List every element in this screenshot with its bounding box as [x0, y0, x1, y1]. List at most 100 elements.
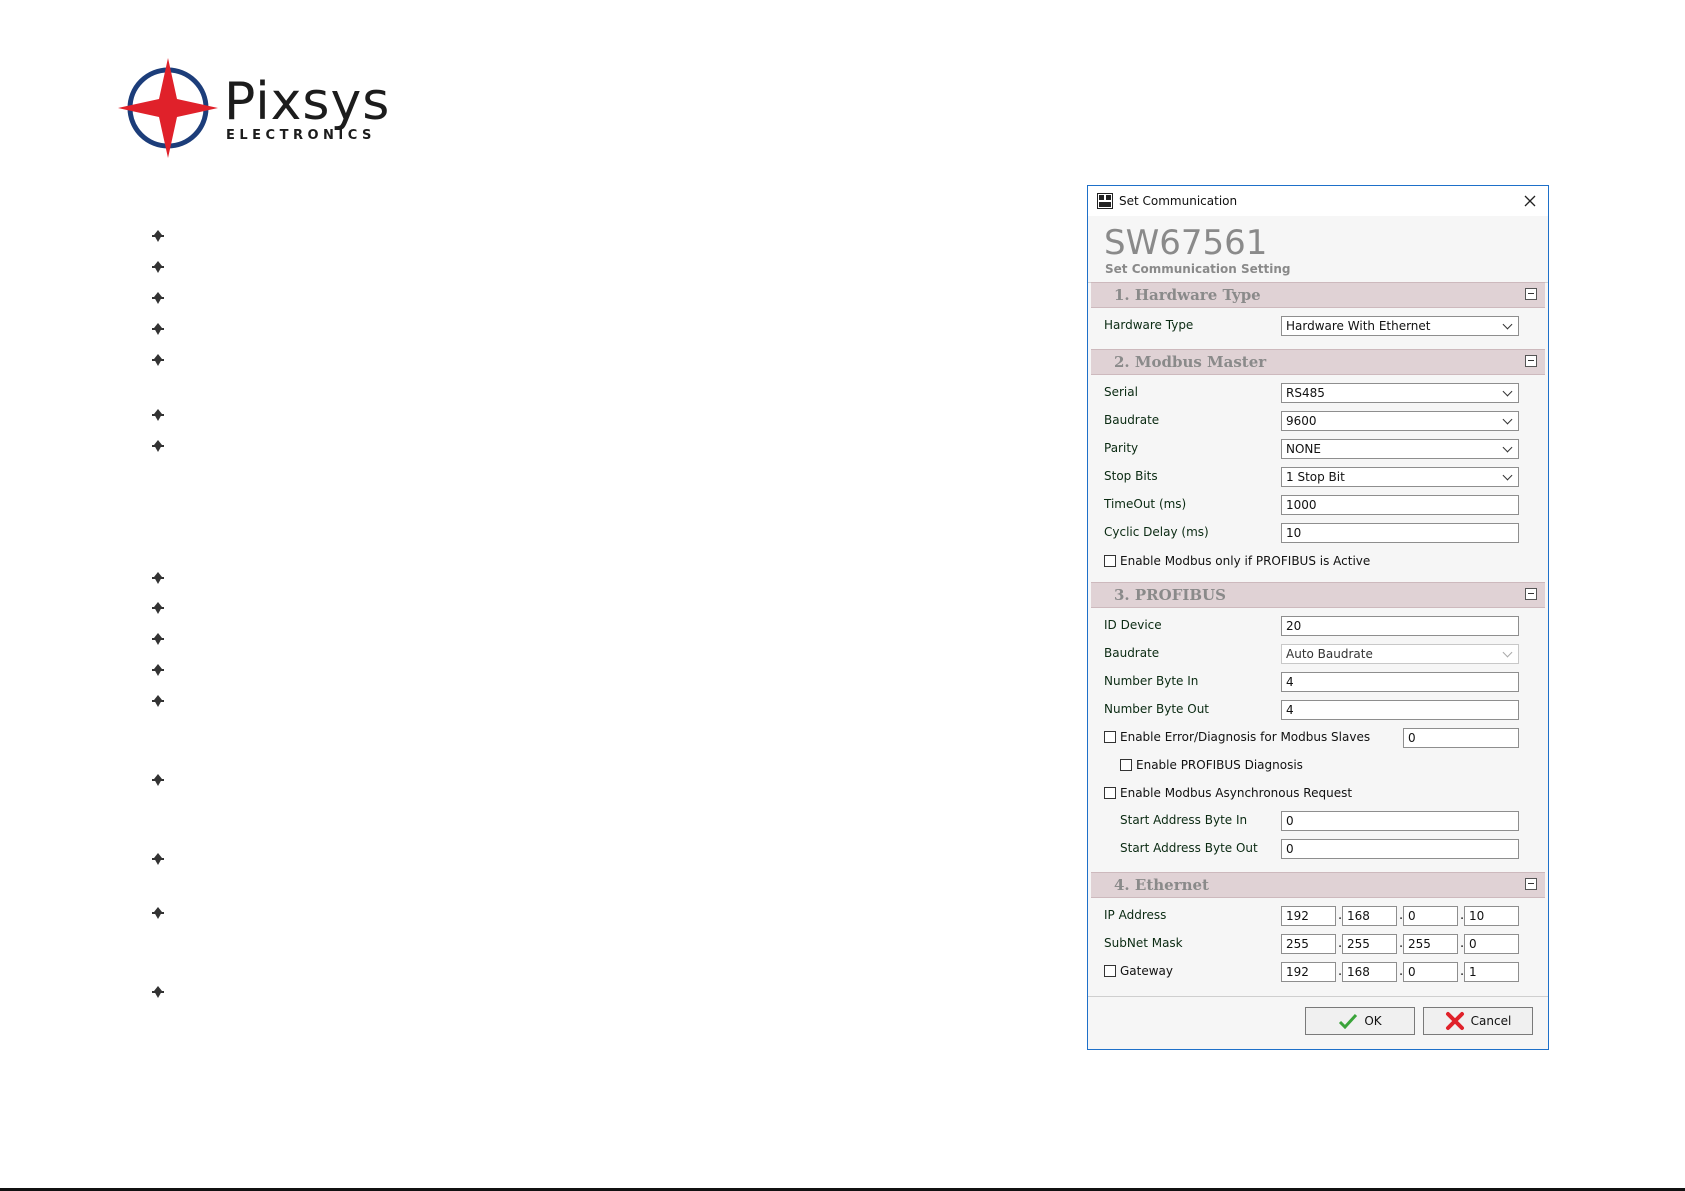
cancel-button[interactable]: Cancel [1423, 1007, 1533, 1035]
bullet-icon [152, 440, 164, 452]
section-hardware-type: 1. Hardware Type [1091, 282, 1545, 308]
product-code: SW67561 [1104, 223, 1268, 263]
cyclic-delay-label: Cyclic Delay (ms) [1104, 525, 1209, 539]
ip-octet-1[interactable]: 192 [1281, 906, 1336, 926]
number-byte-out-label: Number Byte Out [1104, 702, 1210, 716]
ok-button-label: OK [1364, 1014, 1382, 1028]
gateway-octet-1[interactable]: 192 [1281, 962, 1336, 982]
serial-select[interactable]: RS485 [1281, 383, 1519, 403]
dialog-content: 1. Hardware Type Hardware Type Hardware … [1088, 282, 1548, 992]
subnet-octet-4[interactable]: 0 [1464, 934, 1519, 954]
timeout-label: TimeOut (ms) [1104, 497, 1187, 511]
bullet-icon [152, 633, 164, 645]
bullet-icon [152, 230, 164, 242]
gateway-octet-4[interactable]: 1 [1464, 962, 1519, 982]
baudrate-label: Baudrate [1104, 413, 1160, 427]
hardware-type-label: Hardware Type [1104, 318, 1194, 332]
section-title: 3. PROFIBUS [1114, 586, 1226, 604]
enable-profibus-diagnosis-checkbox[interactable] [1120, 759, 1132, 771]
enable-modbus-only-checkbox[interactable] [1104, 555, 1116, 567]
bullet-icon [152, 323, 164, 335]
bullet-icon [152, 572, 164, 584]
error-diagnosis-input[interactable]: 0 [1403, 728, 1519, 748]
pixsys-star-icon [118, 58, 218, 158]
bullet-icon [152, 986, 164, 998]
enable-modbus-only-label: Enable Modbus only if PROFIBUS is Active [1120, 554, 1371, 568]
start-address-byte-in-input[interactable]: 0 [1281, 811, 1519, 831]
close-button[interactable] [1520, 191, 1540, 211]
dialog-footer: OK Cancel [1088, 996, 1548, 1049]
ok-button[interactable]: OK [1305, 1007, 1415, 1035]
bullet-icon [152, 261, 164, 273]
subnet-octet-2[interactable]: 255 [1342, 934, 1397, 954]
ip-octet-4[interactable]: 10 [1464, 906, 1519, 926]
set-communication-dialog: Set Communication SW67561 Set Communicat… [1087, 185, 1549, 1050]
start-address-byte-out-label: Start Address Byte Out [1120, 841, 1258, 855]
bullet-icon [152, 292, 164, 304]
bullet-icon [152, 602, 164, 614]
logo-subtitle: ELECTRONICS [226, 128, 376, 143]
hardware-type-select[interactable]: Hardware With Ethernet [1281, 316, 1519, 336]
bullet-icon [152, 664, 164, 676]
section-title: 1. Hardware Type [1114, 286, 1261, 304]
subnet-octet-1[interactable]: 255 [1281, 934, 1336, 954]
ip-octet-2[interactable]: 168 [1342, 906, 1397, 926]
app-icon [1097, 193, 1113, 209]
parity-label: Parity [1104, 441, 1139, 455]
section-title: 4. Ethernet [1114, 876, 1209, 894]
subnet-octet-3[interactable]: 255 [1403, 934, 1458, 954]
close-icon [1524, 195, 1536, 207]
dialog-title: Set Communication [1119, 194, 1238, 208]
stop-bits-label: Stop Bits [1104, 469, 1158, 483]
dialog-subtitle: Set Communication Setting [1105, 262, 1291, 276]
timeout-input[interactable]: 1000 [1281, 495, 1519, 515]
gateway-label: Gateway [1120, 964, 1174, 978]
gateway-octet-2[interactable]: 168 [1342, 962, 1397, 982]
start-address-byte-out-input[interactable]: 0 [1281, 839, 1519, 859]
subnet-mask-label: SubNet Mask [1104, 936, 1183, 950]
bullet-icon [152, 853, 164, 865]
id-device-label: ID Device [1104, 618, 1162, 632]
collapse-icon[interactable] [1525, 878, 1537, 890]
collapse-icon[interactable] [1525, 588, 1537, 600]
bullet-icon [152, 695, 164, 707]
gateway-octet-3[interactable]: 0 [1403, 962, 1458, 982]
dialog-titlebar[interactable]: Set Communication [1088, 186, 1548, 216]
stop-bits-select[interactable]: 1 Stop Bit [1281, 467, 1519, 487]
collapse-icon[interactable] [1525, 355, 1537, 367]
serial-label: Serial [1104, 385, 1138, 399]
pixsys-logo: Pixsys ELECTRONICS [116, 56, 436, 166]
logo-brand: Pixsys [224, 72, 391, 132]
enable-async-request-label: Enable Modbus Asynchronous Request [1120, 786, 1353, 800]
baudrate-select[interactable]: 9600 [1281, 411, 1519, 431]
ip-octet-3[interactable]: 0 [1403, 906, 1458, 926]
section-profibus: 3. PROFIBUS [1091, 582, 1545, 608]
gateway-checkbox[interactable] [1104, 965, 1116, 977]
cancel-button-label: Cancel [1470, 1014, 1512, 1028]
bullet-icon [152, 774, 164, 786]
enable-error-diagnosis-label: Enable Error/Diagnosis for Modbus Slaves [1120, 730, 1371, 744]
bullet-icon [152, 907, 164, 919]
checkmark-icon [1339, 1013, 1358, 1029]
number-byte-in-label: Number Byte In [1104, 674, 1199, 688]
ip-address-label: IP Address [1104, 908, 1167, 922]
number-byte-in-input[interactable]: 4 [1281, 672, 1519, 692]
section-ethernet: 4. Ethernet [1091, 872, 1545, 898]
start-address-byte-in-label: Start Address Byte In [1120, 813, 1248, 827]
profibus-baudrate-label: Baudrate [1104, 646, 1160, 660]
id-device-input[interactable]: 20 [1281, 616, 1519, 636]
section-modbus-master: 2. Modbus Master [1091, 349, 1545, 375]
number-byte-out-input[interactable]: 4 [1281, 700, 1519, 720]
cyclic-delay-input[interactable]: 10 [1281, 523, 1519, 543]
collapse-icon[interactable] [1525, 288, 1537, 300]
section-title: 2. Modbus Master [1114, 353, 1267, 371]
enable-async-request-checkbox[interactable] [1104, 787, 1116, 799]
dialog-header: SW67561 Set Communication Setting [1088, 216, 1548, 283]
profibus-baudrate-select[interactable]: Auto Baudrate [1281, 644, 1519, 664]
bullet-icon [152, 354, 164, 366]
bullet-icon [152, 409, 164, 421]
cancel-x-icon [1445, 1012, 1464, 1030]
enable-profibus-diagnosis-label: Enable PROFIBUS Diagnosis [1136, 758, 1303, 772]
enable-error-diagnosis-checkbox[interactable] [1104, 731, 1116, 743]
parity-select[interactable]: NONE [1281, 439, 1519, 459]
